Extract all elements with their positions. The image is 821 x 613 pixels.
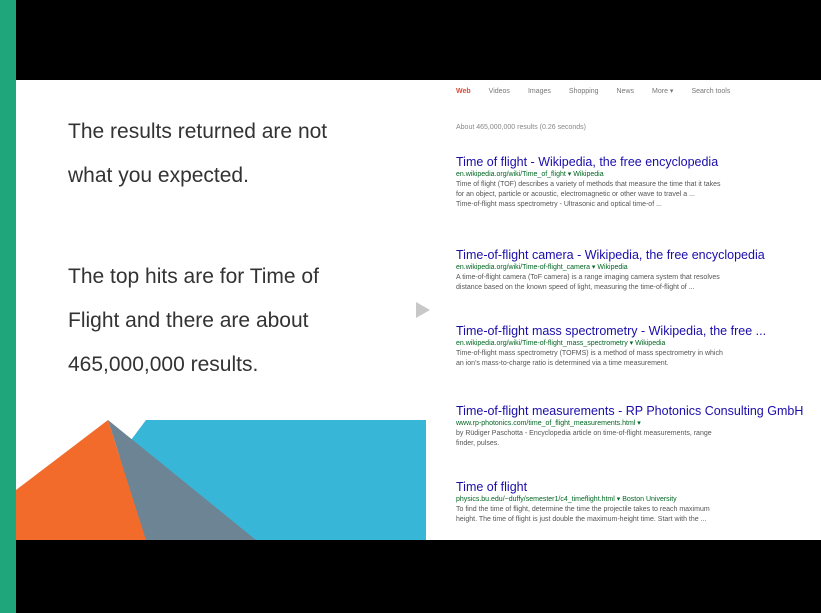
result-title: Time of flight - Wikipedia, the free enc… [456, 155, 719, 169]
result-snippet-line: distance based on the known speed of lig… [456, 284, 695, 291]
search-result: Time-of-flight mass spectrometry - Wikip… [456, 324, 821, 369]
result-snippet-line: an ion's mass-to-charge ratio is determi… [456, 360, 669, 367]
tab-search-tools: Search tools [691, 87, 731, 95]
result-url: en.wikipedia.org/wiki/Time-of-flight_mas… [456, 340, 666, 347]
search-results-screenshot: Web Videos Images Shopping News More ▾ S… [434, 80, 821, 540]
search-result: Time of flight - Wikipedia, the free enc… [456, 155, 821, 210]
result-url: en.wikipedia.org/wiki/Time-of-flight_cam… [456, 264, 628, 271]
play-icon[interactable] [416, 302, 430, 318]
search-result: Time-of-flight measurements - RP Photoni… [456, 404, 821, 449]
tab-news: News [616, 87, 635, 95]
slide-text-line: The top hits are for Time of [68, 265, 319, 288]
tab-images: Images [527, 87, 551, 95]
slide-decoration [16, 420, 426, 540]
result-snippet-line: To find the time of flight, determine th… [456, 506, 710, 513]
result-snippet-line: Time-of-flight mass spectrometry (TOFMS)… [456, 350, 723, 357]
result-snippet-line: by Rüdiger Paschotta - Encyclopedia arti… [456, 430, 712, 437]
slide-text-line: 465,000,000 results. [68, 353, 259, 376]
video-player[interactable]: The results returned are not what you ex… [16, 0, 821, 613]
slide-text-results-not-expected: The results returned are not what you ex… [68, 110, 428, 198]
result-stats: About 465,000,000 results (0.26 seconds) [456, 124, 586, 131]
tab-shopping: Shopping [568, 87, 599, 95]
result-title: Time of flight [456, 480, 528, 494]
result-snippet-line: for an object, particle or acoustic, ele… [456, 191, 695, 198]
result-title: Time-of-flight mass spectrometry - Wikip… [456, 324, 767, 338]
slide-text-top-hits: The top hits are for Time of Flight and … [68, 255, 428, 387]
result-url: en.wikipedia.org/wiki/Time_of_flight ▾ W… [456, 171, 604, 178]
slide-text-line: what you expected. [68, 164, 249, 187]
search-nav-tabs: Web Videos Images Shopping News More ▾ S… [456, 82, 821, 100]
result-url: www.rp-photonics.com/time_of_flight_meas… [456, 420, 641, 427]
result-snippet-line: Time-of-flight mass spectrometry - Ultra… [456, 201, 662, 208]
tab-web: Web [456, 87, 471, 95]
result-snippet-line: Time of flight (TOF) describes a variety… [456, 181, 721, 188]
result-url: physics.bu.edu/~duffy/semester1/c4_timef… [456, 496, 677, 503]
search-result: Time of flight physics.bu.edu/~duffy/sem… [456, 480, 821, 525]
tab-videos: Videos [488, 87, 510, 95]
result-snippet-line: finder, pulses. [456, 440, 500, 447]
slide-text-line: Flight and there are about [68, 309, 309, 332]
presentation-slide: The results returned are not what you ex… [16, 80, 821, 540]
result-title: Time-of-flight camera - Wikipedia, the f… [456, 248, 765, 262]
result-title: Time-of-flight measurements - RP Photoni… [456, 404, 804, 418]
tab-more: More ▾ [652, 88, 674, 95]
result-snippet-line: height. The time of flight is just doubl… [456, 516, 707, 523]
search-result: Time-of-flight camera - Wikipedia, the f… [456, 248, 821, 293]
result-snippet-line: A time-of-flight camera (ToF camera) is … [456, 274, 720, 281]
slide-text-line: The results returned are not [68, 120, 328, 143]
